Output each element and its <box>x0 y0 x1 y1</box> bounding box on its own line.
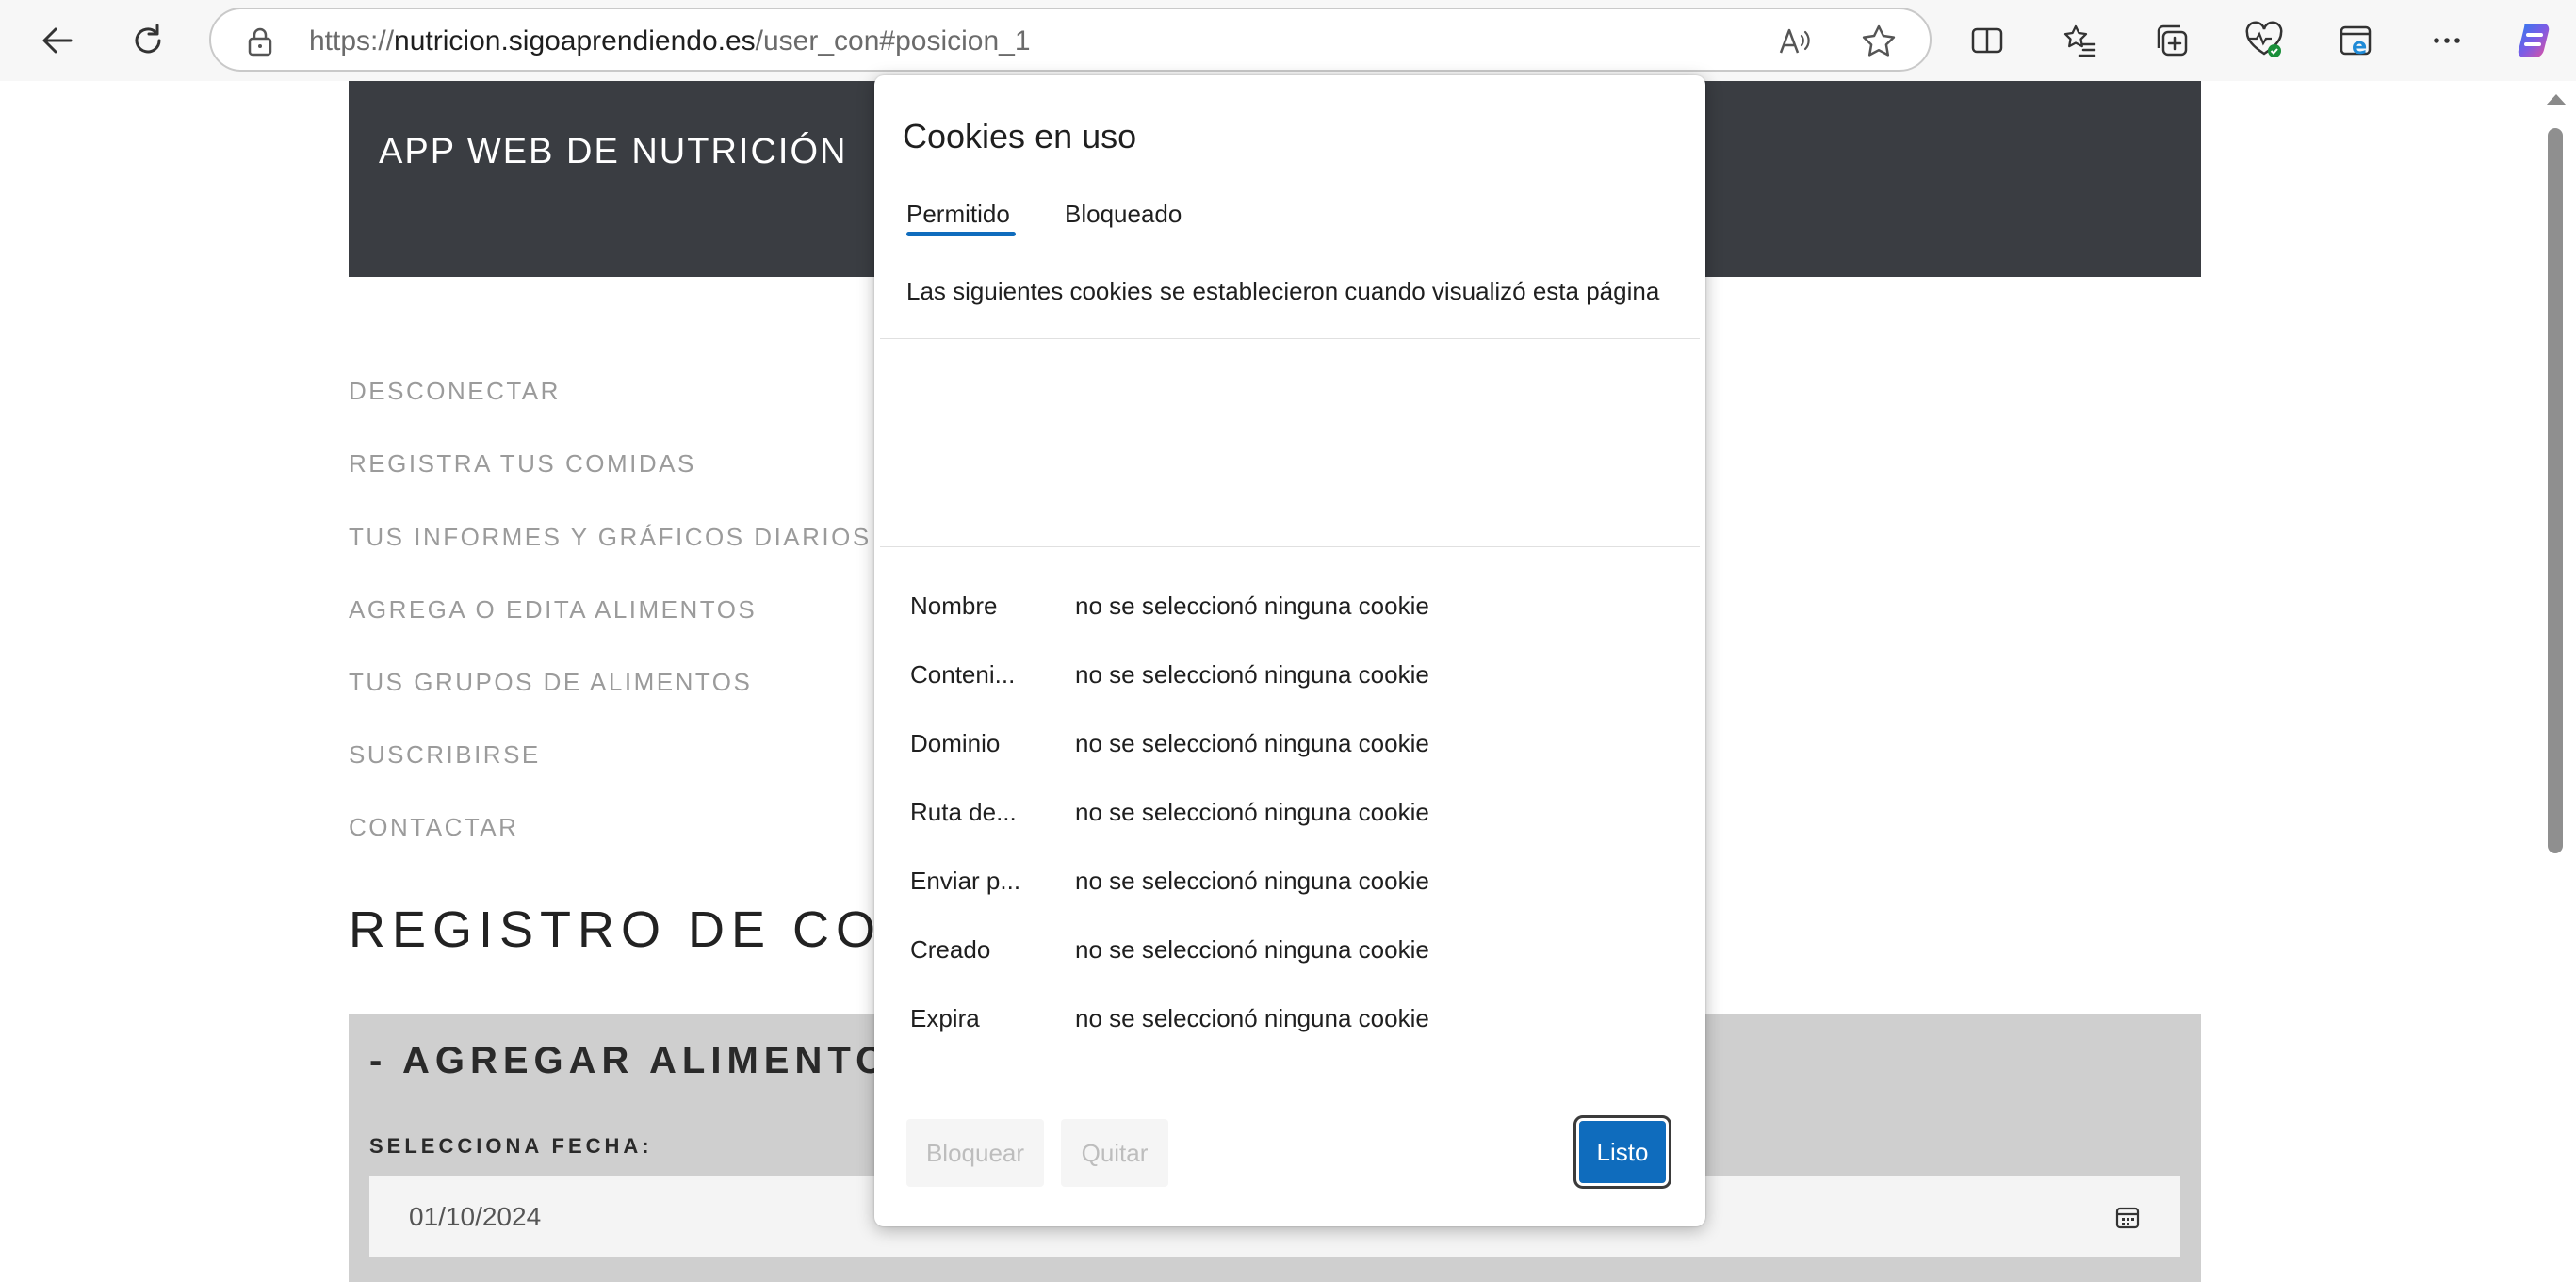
more-dots-icon <box>2434 38 2460 43</box>
address-bar[interactable]: https://nutricion.sigoaprendiendo.es/use… <box>209 8 1932 72</box>
scroll-up-arrow-icon[interactable] <box>2546 94 2567 105</box>
divider-top <box>880 338 1700 339</box>
nav-item-suscribirse[interactable]: SUSCRIBIRSE <box>349 740 541 770</box>
favorites-list-icon <box>2063 24 2096 57</box>
url-path: /user_con#posicion_1 <box>755 25 1031 57</box>
collections-button[interactable] <box>2144 13 2199 68</box>
back-arrow-icon <box>42 27 73 54</box>
detail-key: Nombre <box>910 592 998 620</box>
nav-item-grupos[interactable]: TUS GRUPOS DE ALIMENTOS <box>349 668 752 697</box>
favorites-button[interactable] <box>2052 13 2107 68</box>
site-title[interactable]: APP WEB DE NUTRICIÓN <box>379 132 847 172</box>
detail-key: Expira <box>910 1004 980 1032</box>
lock-icon <box>248 27 272 57</box>
nav-item-registra-comidas[interactable]: REGISTRA TUS COMIDAS <box>349 449 696 479</box>
detail-value: no se seleccionó ninguna cookie <box>1075 798 1429 826</box>
block-button[interactable]: Bloquear <box>906 1119 1044 1187</box>
calendar-icon[interactable] <box>2114 1204 2141 1230</box>
date-value: 01/10/2024 <box>409 1202 542 1231</box>
cookie-tree-area[interactable] <box>880 340 1700 545</box>
read-aloud-icon[interactable] <box>1775 23 1813 60</box>
nav-item-alimentos[interactable]: AGREGA O EDITA ALIMENTOS <box>349 595 757 625</box>
svg-text:e: e <box>2352 33 2367 59</box>
detail-key: Enviar p... <box>910 867 1021 895</box>
detail-value: no se seleccionó ninguna cookie <box>1075 867 1429 895</box>
detail-value: no se seleccionó ninguna cookie <box>1075 935 1429 964</box>
ie-mode-button[interactable]: e <box>2329 13 2384 68</box>
heart-pulse-icon <box>2245 21 2283 57</box>
detail-value: no se seleccionó ninguna cookie <box>1075 1004 1429 1032</box>
refresh-icon <box>135 24 161 54</box>
date-label: SELECCIONA FECHA: <box>369 1134 653 1158</box>
dialog-title: Cookies en uso <box>903 117 1137 155</box>
scrollbar-thumb[interactable] <box>2548 128 2563 853</box>
more-menu-button[interactable] <box>2420 13 2474 68</box>
split-screen-button[interactable] <box>1960 13 2014 68</box>
nav-item-contactar[interactable]: CONTACTAR <box>349 813 518 842</box>
detail-value: no se seleccionó ninguna cookie <box>1075 729 1429 757</box>
dialog-description: Las siguientes cookies se establecieron … <box>906 277 1660 305</box>
split-screen-icon <box>1971 27 2003 54</box>
detail-key: Conteni... <box>910 660 1016 689</box>
copilot-button[interactable] <box>2506 13 2561 68</box>
active-tab-indicator <box>906 232 1016 236</box>
refresh-button[interactable] <box>121 13 175 68</box>
detail-key: Creado <box>910 935 991 964</box>
tab-permitido[interactable]: Permitido <box>906 200 1010 229</box>
divider-bottom <box>880 546 1700 547</box>
internet-explorer-icon: e <box>2340 25 2372 59</box>
nav-item-desconectar[interactable]: DESCONECTAR <box>349 377 561 406</box>
detail-value: no se seleccionó ninguna cookie <box>1075 592 1429 620</box>
panel-title: - AGREGAR ALIMENTOS - <box>369 1040 956 1081</box>
tab-bloqueado[interactable]: Bloqueado <box>1065 200 1182 229</box>
nav-item-informes[interactable]: TUS INFORMES Y GRÁFICOS DIARIOS <box>349 523 872 552</box>
collections-icon <box>2157 24 2188 57</box>
done-button[interactable]: Listo <box>1576 1118 1669 1186</box>
url-host: nutricion.sigoaprendiendo.es <box>394 25 756 57</box>
url-prefix: https:// <box>309 25 395 57</box>
detail-value: no se seleccionó ninguna cookie <box>1075 660 1429 689</box>
back-button[interactable] <box>30 13 85 68</box>
remove-button[interactable]: Quitar <box>1061 1119 1168 1187</box>
copilot-icon <box>2518 24 2550 57</box>
browser-essentials-button[interactable] <box>2237 13 2291 68</box>
cookies-in-use-dialog: Cookies en uso Permitido Bloqueado Las s… <box>874 75 1705 1226</box>
browser-toolbar: https://nutricion.sigoaprendiendo.es/use… <box>0 0 2576 81</box>
url-text[interactable]: https://nutricion.sigoaprendiendo.es/use… <box>309 26 1031 57</box>
detail-key: Dominio <box>910 729 1001 757</box>
detail-key: Ruta de... <box>910 798 1017 826</box>
favorite-star-icon[interactable] <box>1860 23 1898 60</box>
